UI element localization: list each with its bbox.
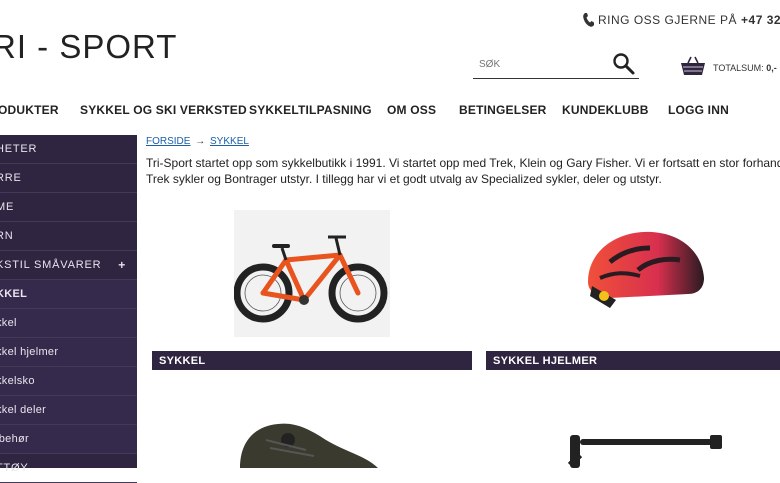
nav-item-om-oss[interactable]: OM OSS [387,103,436,117]
sidebar-item-klaer[interactable]: TTØY [0,454,137,483]
phone-number[interactable]: +47 32 88 [741,13,780,27]
product-title: SYKKEL HJELMER [493,354,598,367]
main-nav: ODUKTER SYKKEL OG SKI VERKSTED SYKKELTIL… [0,103,780,123]
sidebar-item-tekstil-smavarer[interactable]: KSTIL SMÅVARER + [0,251,137,280]
phone-info: RING OSS GJERNE PÅ +47 32 88 [582,12,780,28]
sidebar-item-label: kkel deler [0,404,47,416]
sidebar-item-label: ME [0,201,15,213]
product-image-axle[interactable] [566,425,726,468]
sidebar-item-label: KKEL [0,288,28,300]
nav-item-logg-inn[interactable]: LOGG INN [668,103,729,117]
sidebar-item-label: lbehør [0,433,29,445]
search-icon[interactable] [612,52,636,76]
sidebar-item-label: kkel hjelmer [0,346,59,358]
search-input[interactable] [473,52,609,76]
sidebar-item-barn[interactable]: RN [0,222,137,251]
sidebar-subitem-sykkel[interactable]: kkel [0,309,137,338]
category-description: Tri-Sport startet opp som sykkelbutikk i… [146,155,780,187]
sidebar-item-label: kkel [0,317,17,329]
sidebar-item-nyheter[interactable]: HETER [0,135,137,164]
sidebar-subitem-sykkel-hjelmer[interactable]: kkel hjelmer [0,338,137,367]
sidebar-item-label: TTØY [0,462,29,474]
sidebar-item-herre[interactable]: RRE [0,164,137,193]
cart-total[interactable]: TOTALSUM: 0,- [713,63,777,73]
category-sidebar: HETER RRE ME RN KSTIL SMÅVARER + KKEL kke… [0,135,137,483]
bike-icon [233,235,388,323]
nav-item-sykkel-og-ski-verksted[interactable]: SYKKEL OG SKI VERKSTED [80,103,247,117]
basket-icon[interactable] [680,56,706,76]
expand-icon[interactable]: + [118,258,126,272]
sidebar-subitem-tilbehor[interactable]: lbehør [0,425,137,454]
axle-icon [567,435,722,468]
sidebar-subitem-sykkel-deler[interactable]: kkel deler [0,396,137,425]
helmet-icon [588,231,704,308]
nav-item-sykkeltilpasning[interactable]: SYKKELTILPASNING [249,103,372,117]
product-title-bar[interactable]: SYKKEL [152,351,472,370]
sidebar-subitem-sykkelsko[interactable]: kkelsko [0,367,137,396]
breadcrumb: FORSIDE → SYKKEL [146,136,249,147]
sidebar-item-sykkel[interactable]: KKEL [0,280,137,309]
sidebar-item-label: RN [0,230,14,242]
product-image-shoe[interactable] [236,410,380,468]
sidebar-item-dame[interactable]: ME [0,193,137,222]
product-image-helmet[interactable] [570,212,720,322]
nav-item-betingelser[interactable]: BETINGELSER [459,103,547,117]
breadcrumb-current-link[interactable]: SYKKEL [210,136,249,147]
nav-item-kundeklubb[interactable]: KUNDEKLUBB [562,103,649,117]
site-logo[interactable]: RI - SPORT [0,28,177,66]
shoe-icon [240,423,378,468]
sidebar-item-label: RRE [0,172,22,184]
description-line: Tri-Sport startet opp som sykkelbutikk i… [146,156,780,170]
description-line: Trek sykler og Bontrager utstyr. I tille… [146,172,662,186]
cart-total-label: TOTALSUM: [713,63,764,73]
cart-total-value: 0,- [766,63,777,73]
product-image-bike[interactable] [233,210,390,337]
product-title: SYKKEL [159,354,206,367]
sidebar-item-label: KSTIL SMÅVARER [0,259,102,271]
sidebar-item-label: kkelsko [0,375,35,387]
nav-item-produkter[interactable]: ODUKTER [0,103,59,117]
breadcrumb-home-link[interactable]: FORSIDE [146,136,190,147]
product-title-bar[interactable]: SYKKEL HJELMER [486,351,780,370]
sidebar-item-label: HETER [0,143,38,155]
breadcrumb-separator: → [195,136,206,147]
phone-icon [583,13,594,27]
phone-label: RING OSS GJERNE PÅ [598,13,738,27]
